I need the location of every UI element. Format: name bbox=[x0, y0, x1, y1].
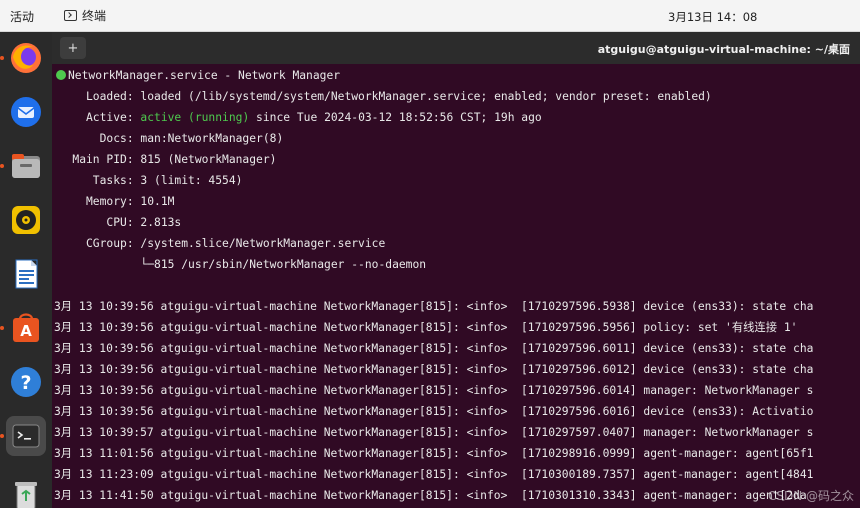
svg-text:?: ? bbox=[20, 372, 31, 394]
log-line: 3月 13 10:39:56 atguigu-virtual-machine N… bbox=[54, 321, 798, 334]
trash-icon bbox=[15, 482, 37, 508]
status-cgroup-line: CGroup: /system.slice/NetworkManager.ser… bbox=[52, 237, 386, 250]
svg-text:A: A bbox=[20, 322, 32, 340]
writer-icon bbox=[15, 259, 38, 289]
app-menu[interactable]: 终端 bbox=[64, 7, 106, 24]
active-state: active (running) bbox=[140, 111, 250, 124]
terminal-window[interactable]: + atguigu@atguigu-virtual-machine: ~/桌面 … bbox=[52, 32, 860, 508]
terminal-icon bbox=[12, 424, 40, 448]
dock-item-writer[interactable] bbox=[6, 254, 46, 294]
log-line: 3月 13 10:39:56 atguigu-virtual-machine N… bbox=[54, 342, 814, 355]
firefox-icon bbox=[11, 43, 41, 73]
running-indicator bbox=[0, 56, 4, 60]
service-title: NetworkManager.service - Network Manager bbox=[68, 69, 341, 82]
status-tasks-line: Tasks: 3 (limit: 4554) bbox=[52, 174, 243, 187]
rhythmbox-icon bbox=[12, 206, 40, 234]
log-line: 3月 13 10:39:56 atguigu-virtual-machine N… bbox=[54, 384, 814, 397]
status-docs-line: Docs: man:NetworkManager(8) bbox=[52, 132, 284, 145]
clock[interactable]: 3月13日 14：08 bbox=[668, 9, 757, 25]
plus-icon: + bbox=[67, 40, 79, 56]
running-indicator bbox=[0, 326, 4, 330]
status-memory-line: Memory: 10.1M bbox=[52, 195, 175, 208]
running-indicator bbox=[0, 164, 4, 168]
terminal-output[interactable]: NetworkManager.service - Network Manager… bbox=[52, 66, 860, 508]
activities-button[interactable]: 活动 bbox=[10, 8, 34, 25]
dock-item-files[interactable] bbox=[6, 146, 46, 186]
dock-item-trash[interactable] bbox=[6, 474, 46, 508]
dock-item-app-center[interactable]: A bbox=[6, 308, 46, 348]
dock-item-terminal[interactable] bbox=[6, 416, 46, 456]
active-label: Active: bbox=[52, 111, 141, 124]
dock: A ? bbox=[0, 32, 52, 508]
log-line: 3月 13 11:01:56 atguigu-virtual-machine N… bbox=[54, 447, 814, 460]
status-loaded-line: Loaded: loaded (/lib/systemd/system/Netw… bbox=[52, 90, 712, 103]
thunderbird-icon bbox=[11, 97, 41, 127]
status-cgroup-child-line: └─815 /usr/sbin/NetworkManager --no-daem… bbox=[52, 258, 427, 271]
app-center-icon: A bbox=[13, 313, 39, 342]
log-line: 3月 13 10:39:56 atguigu-virtual-machine N… bbox=[54, 300, 814, 313]
log-line: 3月 13 10:39:57 atguigu-virtual-machine N… bbox=[54, 426, 814, 439]
top-panel: 活动 终端 3月13日 14：08 bbox=[0, 0, 860, 32]
running-indicator bbox=[0, 434, 4, 438]
new-tab-button[interactable]: + bbox=[60, 37, 86, 59]
dock-item-rhythmbox[interactable] bbox=[6, 200, 46, 240]
dock-item-thunderbird[interactable] bbox=[6, 92, 46, 132]
status-header-line: NetworkManager.service - Network Manager bbox=[56, 67, 340, 85]
status-active-line: Active: active (running) since Tue 2024-… bbox=[52, 109, 542, 127]
dock-item-firefox[interactable] bbox=[6, 38, 46, 78]
status-cpu-line: CPU: 2.813s bbox=[52, 216, 182, 229]
active-since: since Tue 2024-03-12 18:52:56 CST; 19h a… bbox=[249, 111, 542, 124]
terminal-titlebar[interactable]: + atguigu@atguigu-virtual-machine: ~/桌面 bbox=[52, 32, 860, 64]
log-line: 3月 13 11:23:09 atguigu-virtual-machine N… bbox=[54, 468, 814, 481]
log-line: 3月 13 11:41:50 atguigu-virtual-machine N… bbox=[54, 489, 807, 502]
csdn-watermark: CSDN @码之众 bbox=[767, 489, 854, 503]
status-pid-line: Main PID: 815 (NetworkManager) bbox=[52, 153, 277, 166]
app-menu-label: 终端 bbox=[82, 9, 107, 23]
files-icon bbox=[12, 154, 40, 178]
active-status-dot-icon bbox=[56, 70, 66, 80]
terminal-icon bbox=[64, 10, 77, 21]
log-line: 3月 13 10:39:56 atguigu-virtual-machine N… bbox=[54, 363, 814, 376]
help-icon: ? bbox=[11, 367, 41, 397]
dock-item-help[interactable]: ? bbox=[6, 362, 46, 402]
log-line: 3月 13 10:39:56 atguigu-virtual-machine N… bbox=[54, 405, 814, 418]
window-title: atguigu@atguigu-virtual-machine: ~/桌面 bbox=[597, 43, 850, 56]
